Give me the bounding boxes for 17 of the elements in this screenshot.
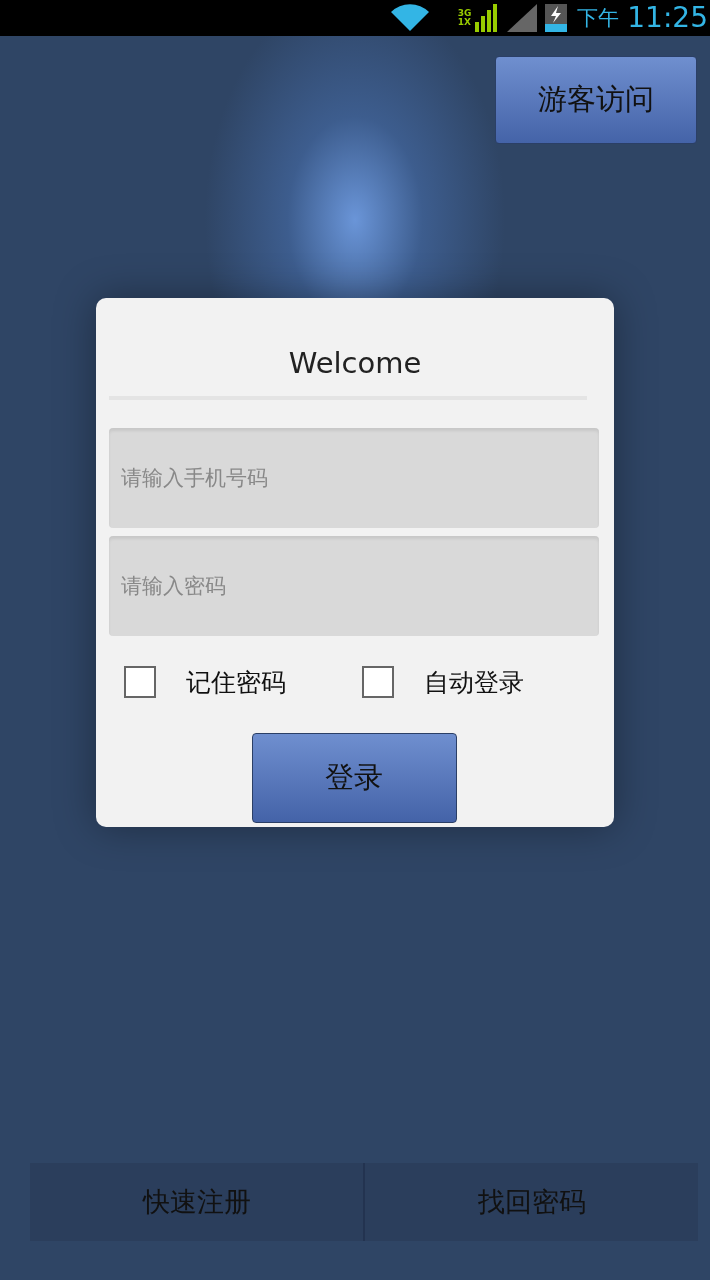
clock-time: 11:25 [627,0,708,36]
login-button[interactable]: 登录 [251,733,457,823]
password-field[interactable]: 请输入密码 [109,535,599,636]
battery-charging-icon [545,4,568,32]
checkbox[interactable] [361,666,394,699]
card-title: Welcome [287,345,423,382]
wifi-icon [389,4,430,32]
clock-period: 下午 [577,5,620,32]
guest-access-button[interactable]: 游客访问 [495,56,697,144]
checkbox-label: 自动登录 [423,666,524,699]
phone-number-field[interactable]: 请输入手机号码 [109,427,599,528]
checkbox[interactable] [124,666,156,699]
network-label: 3G [457,9,472,18]
signal-icon [507,4,538,32]
network-label: 1X [457,18,472,27]
signal-icon [475,4,498,32]
checkbox-label: 记住密码 [186,666,286,699]
